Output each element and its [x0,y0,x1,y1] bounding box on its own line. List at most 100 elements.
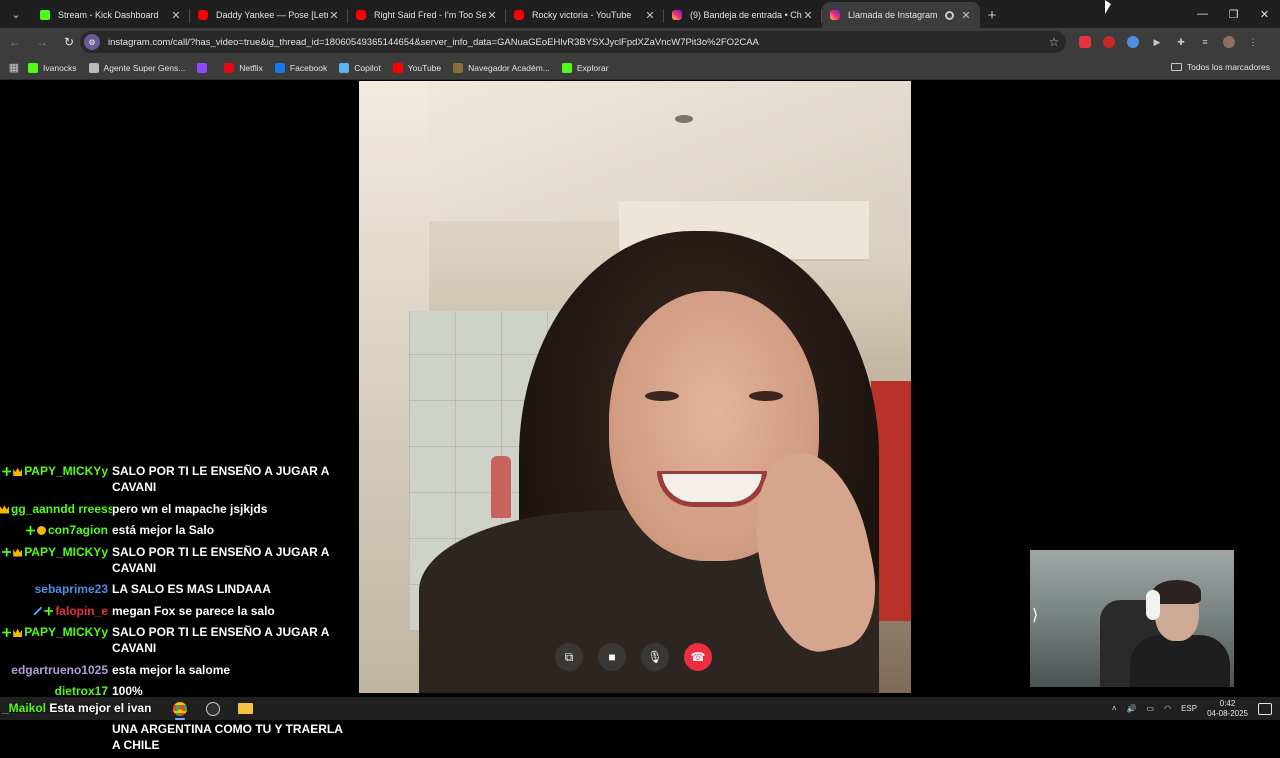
volume-icon[interactable]: 🔊 [1127,704,1137,713]
green-badge-icon [25,526,35,535]
close-tab-icon[interactable]: ✕ [328,9,340,22]
browser-tab[interactable]: Daddy Yankee — Pose [Letra] -✕ [190,2,348,28]
minimize-button[interactable]: — [1187,0,1218,28]
recording-icon [945,10,954,20]
video-camera-icon[interactable]: ■ [598,643,626,671]
notifications-icon[interactable] [1258,702,1272,715]
bookmark-label: Copilot [354,62,381,73]
chat-username[interactable]: PAPY_MICKYy [0,624,112,640]
chat-text: LA SALO ES MAS LINDAAA [112,582,271,596]
chat-username[interactable]: PAPY_MICKYy [0,463,112,479]
close-tab-icon[interactable]: ✕ [960,9,972,22]
green-badge-icon [2,628,12,637]
close-tab-icon[interactable]: ✕ [170,9,182,22]
chat-text: megan Fox se parece la salo [112,603,275,618]
instagram-icon [672,10,682,20]
facebook-icon [274,62,285,73]
tab-title: Right Said Fred - I'm Too Sexy ( [374,10,486,20]
windows-taskbar: _Maikol Esta mejor el ivan ˄ 🔊 ▭ ◠ ESP 0… [0,697,1280,720]
window-controls: — ❐ ✕ [1187,0,1280,28]
browser-tab[interactable]: (9) Bandeja de entrada • Chats ✕ [664,2,822,28]
chat-message: PAPY_MICKYy SALO POR TI LE ENSEÑO A JUGAR… [0,544,358,576]
chat-username[interactable]: edgartrueno1025 [0,662,112,678]
network-icon[interactable]: ▭ [1147,704,1155,713]
microphone-icon[interactable]: 🎙 [641,643,669,671]
new-tab-button[interactable]: + [980,2,1004,28]
bookmark-item[interactable]: Agente Super Gens... [88,62,185,73]
chat-username[interactable]: falopin_e [0,603,112,619]
bookmark-item[interactable] [197,62,212,73]
chat-message: gg_aanndd rreess pero wn el mapache jsjkj… [0,501,358,517]
bookmark-item[interactable]: YouTube [392,62,442,73]
close-tab-icon[interactable]: ✕ [486,9,498,22]
crown-badge-icon [13,467,23,476]
maximize-button[interactable]: ❐ [1218,0,1249,28]
close-tab-icon[interactable]: ✕ [644,9,656,22]
mouse-cursor-icon [1105,0,1111,14]
chat-text: esta mejor la salome [112,662,231,677]
bookmark-item[interactable]: Netflix [224,62,263,73]
translate-extension-icon[interactable] [1123,32,1143,52]
bookmark-label: Facebook [289,62,328,73]
browser-tab[interactable]: Rocky victoria - YouTube ✕ [506,2,664,28]
netflix-icon [224,62,235,73]
tab-search-button[interactable]: ⌄ [4,2,28,26]
chrome-taskbar-icon[interactable] [171,700,189,720]
tray-chevron-icon[interactable]: ˄ [1112,704,1117,713]
chat-message: PAPY_MICKYy SALO POR TI LE ENSEÑO A JUGAR… [0,624,358,656]
apps-grid-icon[interactable]: ▦ [0,61,28,74]
close-tab-icon[interactable]: ✕ [802,9,814,22]
chat-text: pero wn el mapache jsjkjds [112,501,268,516]
browser-tab[interactable]: Stream - Kick Dashboard ✕ [32,2,190,28]
browser-menu-icon[interactable]: ⋮ [1243,32,1263,52]
bookmark-item[interactable]: Ivanocks [28,62,77,73]
extensions-puzzle-icon[interactable]: ✚ [1171,32,1191,52]
clock[interactable]: 0:42 04-08-2025 [1207,699,1248,719]
file-explorer-taskbar-icon[interactable] [236,700,254,717]
browser-tab[interactable]: Llamada de Instagram ✕ [822,2,980,28]
bookmark-item[interactable]: Copilot [339,62,381,73]
copilot-icon [339,62,350,73]
adblock-extension-icon[interactable] [1075,32,1095,52]
browser-tab[interactable]: Right Said Fred - I'm Too Sexy (✕ [348,2,506,28]
media-queue-icon[interactable]: ≡ [1195,32,1215,52]
switch-camera-icon[interactable]: ⧉ [555,643,583,671]
chat-username[interactable]: PAPY_MICKYy [0,544,112,560]
end-call-icon[interactable]: ☎ [684,643,712,671]
tab-strip: ⌄ Stream - Kick Dashboard ✕ Daddy Yankee —… [0,0,1280,28]
chat-username[interactable]: con7agion [0,522,112,538]
youtube-icon [514,10,524,20]
chat-username[interactable]: sebaprime23 [0,581,112,597]
red-extension-icon[interactable] [1099,32,1119,52]
bookmark-label: YouTube [407,62,442,73]
youtube-icon [356,10,366,20]
browser-toolbar: ← → ↻ ⚙ instagram.com/call/?has_video=tr… [0,28,1280,56]
url-text[interactable]: instagram.com/call/?has_video=true&ig_th… [108,37,1042,48]
crown-badge-icon [13,628,23,637]
reload-button[interactable]: ↻ [57,30,81,54]
wifi-icon[interactable]: ◠ [1164,704,1171,713]
youtube-icon [392,62,403,73]
site-info-icon[interactable]: ⚙ [84,34,100,50]
all-bookmarks-button[interactable]: Todos los marcadores [1170,62,1270,72]
bookmark-item[interactable]: Navegador Académ... [453,62,550,73]
profile-avatar[interactable] [1219,32,1239,52]
taskbar-chat-line: _Maikol Esta mejor el ivan [2,701,152,715]
bookmark-star-icon[interactable]: ☆ [1042,35,1066,49]
address-bar[interactable]: ⚙ instagram.com/call/?has_video=true&ig_… [80,31,1066,53]
call-page: ⧉ ■ 🎙 ☎ PAPY_MICKYy SALO POR TI LE ENSEÑO… [0,81,1280,752]
forward-button[interactable]: → [30,30,54,54]
green-badge-icon [2,467,12,476]
chat-username[interactable]: gg_aanndd rreess [0,501,112,517]
media-extension-icon[interactable]: ▶ [1147,32,1167,52]
obs-taskbar-icon[interactable] [204,700,222,717]
bookmark-item[interactable]: Facebook [274,62,328,73]
crown-badge-icon [0,505,9,514]
close-window-button[interactable]: ✕ [1249,0,1280,28]
back-button[interactable]: ← [3,30,27,54]
language-indicator[interactable]: ESP [1181,704,1197,713]
extensions-area: ▶ ✚ ≡ ⋮ [1075,32,1267,52]
bookmark-item[interactable]: Explorar [561,62,609,73]
streamer-webcam: ⟩ [1030,550,1234,687]
twitch-icon [197,62,208,73]
